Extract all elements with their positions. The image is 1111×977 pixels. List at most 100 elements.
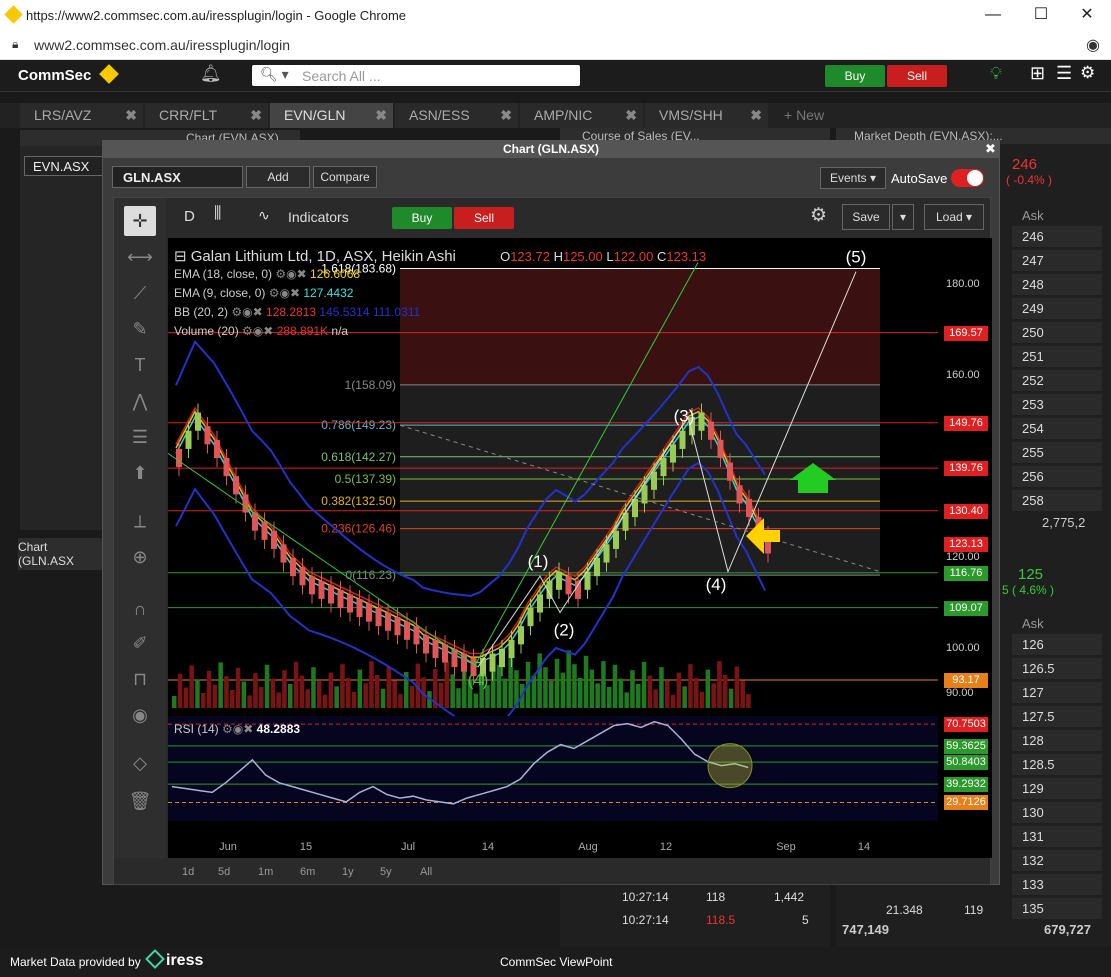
ask-row[interactable]: 246 xyxy=(1012,226,1102,248)
ask-row[interactable]: 254 xyxy=(1012,418,1102,440)
trend-line-icon[interactable]: ⟋ xyxy=(124,278,156,308)
bell-icon[interactable]: 🔔︎ xyxy=(200,64,222,84)
arrow-up-icon[interactable]: ⬆ xyxy=(124,458,156,488)
tab-new[interactable]: + New xyxy=(770,103,836,128)
close-tab-icon[interactable]: ✖ xyxy=(375,103,387,128)
close-tab-icon[interactable]: ✖ xyxy=(500,103,512,128)
ask-row[interactable]: 126 xyxy=(1012,634,1102,656)
url-text[interactable]: www2.commsec.com.au/iressplugin/login xyxy=(34,37,290,53)
ask-row[interactable]: 127 xyxy=(1012,682,1102,704)
gear-icon[interactable]: ⚙ xyxy=(810,204,827,227)
range-1m[interactable]: 1m xyxy=(258,866,273,878)
close-tab-icon[interactable]: ✖ xyxy=(125,103,137,128)
fib-icon[interactable]: ☰ xyxy=(124,422,156,452)
ruler-icon[interactable]: ⟂ xyxy=(124,506,156,536)
ask-row[interactable]: 248 xyxy=(1012,274,1102,296)
load-dropdown[interactable]: Load ▾ xyxy=(924,204,984,230)
close-chart-icon[interactable]: ✖ xyxy=(985,141,996,157)
zoom-icon[interactable]: ⊕ xyxy=(124,542,156,572)
ask-row[interactable]: 132 xyxy=(1012,850,1102,872)
visibility-icon[interactable]: ◉ xyxy=(124,700,156,730)
add-icon[interactable]: ⊞ xyxy=(1030,63,1045,84)
interval-button[interactable]: D xyxy=(184,208,195,225)
close-tab-icon[interactable]: ✖ xyxy=(625,103,637,128)
compare-button[interactable]: Compare xyxy=(313,166,377,188)
ask-row[interactable]: 251 xyxy=(1012,346,1102,368)
ask-row[interactable]: 128.5 xyxy=(1012,754,1102,776)
lock-drawing-icon[interactable]: ✐ xyxy=(124,628,156,658)
range-1y[interactable]: 1y xyxy=(342,866,354,878)
tab-lrs-avz[interactable]: LRS/AVZ ✖ xyxy=(20,103,143,128)
maximize-button[interactable]: ☐ xyxy=(1018,2,1064,30)
ask-row[interactable]: 129 xyxy=(1012,778,1102,800)
chart-buy-button[interactable]: Buy xyxy=(392,207,452,229)
symbol-field[interactable]: EVN.ASX xyxy=(24,156,104,176)
settings-icon[interactable]: ⚙ xyxy=(1080,63,1095,83)
buy-button[interactable]: Buy xyxy=(825,65,885,87)
ask-row[interactable]: 253 xyxy=(1012,394,1102,416)
indicators-button[interactable]: Indicators xyxy=(288,209,349,225)
chart-sell-button[interactable]: Sell xyxy=(454,207,514,229)
range-5d[interactable]: 5d xyxy=(218,866,230,878)
save-button[interactable]: Save xyxy=(842,204,890,230)
horizontal-line-icon[interactable]: ⟷ xyxy=(124,242,156,272)
ask-row[interactable]: 133 xyxy=(1012,874,1102,896)
ask-row[interactable]: 130 xyxy=(1012,802,1102,824)
settings-icons[interactable]: ⚙◉✖ xyxy=(269,286,300,300)
search-box[interactable]: 🔍︎ ▾ Search All ... xyxy=(252,65,580,86)
crosshair-icon[interactable]: ✛ xyxy=(124,206,156,236)
brush-icon[interactable]: ✎ xyxy=(124,314,156,344)
tab-amp-nic[interactable]: AMP/NIC ✖ xyxy=(520,103,643,128)
add-button[interactable]: Add xyxy=(246,166,310,188)
lightbulb-icon[interactable]: 💡︎ xyxy=(990,64,1002,84)
magnet-icon[interactable]: ∩ xyxy=(124,594,156,624)
settings-icons[interactable]: ⚙◉✖ xyxy=(231,305,262,319)
layers-icon[interactable]: ◇ xyxy=(124,748,156,778)
collapse-icon[interactable]: ⊟ xyxy=(174,248,187,265)
eye-icon[interactable]: ◉ xyxy=(1086,35,1100,55)
ask-row[interactable]: 250 xyxy=(1012,322,1102,344)
settings-icons[interactable]: ⚙◉✖ xyxy=(222,722,253,736)
close-tab-icon[interactable]: ✖ xyxy=(750,103,762,128)
unlock-icon[interactable]: ⊓ xyxy=(124,664,156,694)
ask-row[interactable]: 249 xyxy=(1012,298,1102,320)
search-input[interactable]: Search All ... xyxy=(302,68,381,84)
chart-window-title[interactable]: Chart (GLN.ASX) xyxy=(103,141,999,158)
symbol-input[interactable]: GLN.ASX xyxy=(112,166,243,188)
save-dropdown[interactable]: ▾ xyxy=(892,204,914,230)
range-1d[interactable]: 1d xyxy=(182,866,194,878)
trash-icon[interactable]: 🗑︎ xyxy=(124,786,156,816)
settings-icons[interactable]: ⚙◉✖ xyxy=(242,324,273,338)
ask-row[interactable]: 252 xyxy=(1012,370,1102,392)
text-icon[interactable]: T xyxy=(124,350,156,380)
tab-evn-gln[interactable]: EVN/GLN ✖ xyxy=(270,103,393,128)
tab-crr-flt[interactable]: CRR/FLT ✖ xyxy=(145,103,268,128)
ask-row[interactable]: 256 xyxy=(1012,466,1102,488)
tab-asn-ess[interactable]: ASN/ESS ✖ xyxy=(395,103,518,128)
ask-row[interactable]: 135 xyxy=(1012,898,1102,920)
range-6m[interactable]: 6m xyxy=(300,866,315,878)
autosave-toggle[interactable] xyxy=(951,169,984,187)
chart-plot-area[interactable]: 1.618(183.68) 1(158.09) 0.786(149.23) 0.618… xyxy=(168,238,992,858)
address-bar[interactable]: 🔒︎ www2.commsec.com.au/iressplugin/login… xyxy=(0,31,1111,60)
menu-icon[interactable]: ☰ xyxy=(1056,63,1072,84)
ask-row[interactable]: 127.5 xyxy=(1012,706,1102,728)
ask-row[interactable]: 126.5 xyxy=(1012,658,1102,680)
range-all[interactable]: All xyxy=(420,866,432,878)
tab-vms-shh[interactable]: VMS/SHH ✖ xyxy=(645,103,768,128)
chart-window[interactable]: Chart (GLN.ASX) ✖ GLN.ASX Add Compare Ev… xyxy=(102,140,1000,885)
ask-row[interactable]: 247 xyxy=(1012,250,1102,272)
settings-icons[interactable]: ⚙◉✖ xyxy=(275,267,306,281)
sell-button[interactable]: Sell xyxy=(887,65,947,87)
pattern-icon[interactable]: ⋀ xyxy=(124,386,156,416)
ask-row[interactable]: 258 xyxy=(1012,490,1102,512)
range-5y[interactable]: 5y xyxy=(380,866,392,878)
indicators-icon[interactable]: ∿ xyxy=(258,207,270,224)
events-dropdown[interactable]: Events ▾ xyxy=(820,167,886,189)
candle-type-icon[interactable]: ⫼ xyxy=(214,205,221,223)
ask-row[interactable]: 128 xyxy=(1012,730,1102,752)
close-window-button[interactable]: ✕ xyxy=(1064,2,1110,30)
close-tab-icon[interactable]: ✖ xyxy=(250,103,262,128)
search-icon[interactable]: 🔍︎ ▾ xyxy=(260,66,289,83)
minimize-button[interactable]: — xyxy=(970,2,1016,30)
